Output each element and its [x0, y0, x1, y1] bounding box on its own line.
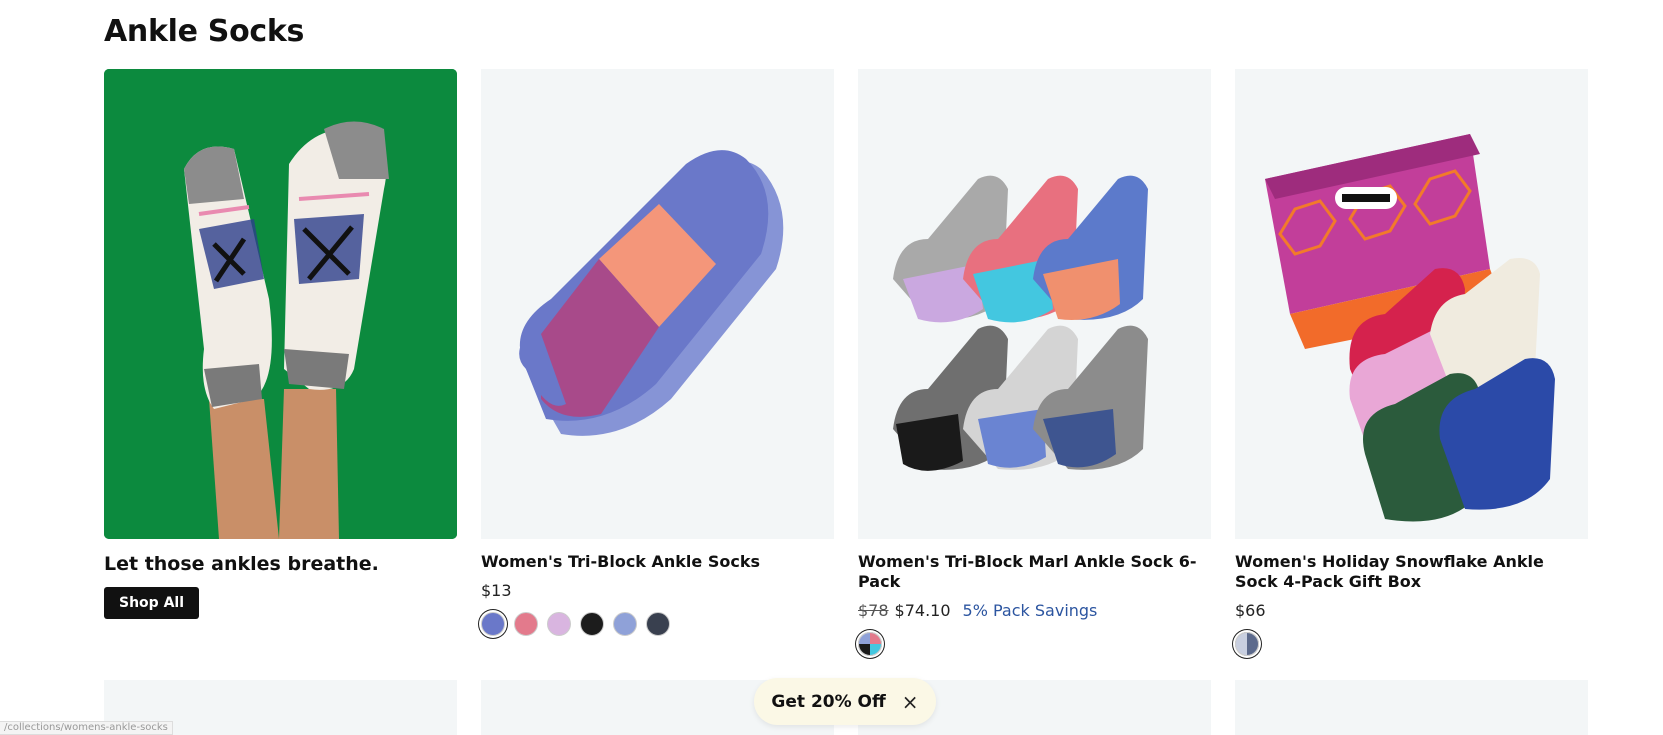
color-swatch[interactable] [481, 612, 505, 636]
product-card[interactable]: Women's Tri-Block Ankle Socks $13 [481, 69, 834, 636]
color-swatch[interactable] [580, 612, 604, 636]
color-swatches [481, 612, 834, 636]
offer-label[interactable]: Get 20% Off [771, 692, 885, 712]
original-price: $78 [858, 601, 889, 620]
color-swatch[interactable] [613, 612, 637, 636]
product-photo [893, 175, 1148, 471]
promo-card[interactable]: Let those ankles breathe. Shop All [104, 69, 457, 619]
product-price-row: $13 [481, 581, 834, 600]
product-image[interactable] [481, 69, 834, 539]
status-bar-url: /collections/womens-ankle-socks [0, 721, 173, 735]
discount-offer-pill[interactable]: Get 20% Off × [754, 678, 936, 725]
product-name[interactable]: Women's Tri-Block Marl Ankle Sock 6-Pack [858, 552, 1211, 592]
color-swatch[interactable] [1235, 632, 1259, 656]
product-card[interactable]: Women's Tri-Block Marl Ankle Sock 6-Pack… [858, 69, 1211, 656]
promo-image[interactable] [104, 69, 457, 539]
pack-savings: 5% Pack Savings [962, 601, 1098, 620]
product-price-row: $66 [1235, 601, 1588, 620]
color-swatch[interactable] [646, 612, 670, 636]
section-title: Ankle Socks [104, 14, 305, 49]
color-swatch[interactable] [547, 612, 571, 636]
product-photo [519, 150, 784, 436]
product-price: $66 [1235, 601, 1266, 620]
promo-photo [104, 69, 457, 539]
product-photo [1265, 134, 1555, 522]
product-image[interactable] [858, 69, 1211, 539]
product-card[interactable]: Women's Holiday Snowflake Ankle Sock 4-P… [1235, 69, 1588, 656]
product-name[interactable]: Women's Holiday Snowflake Ankle Sock 4-P… [1235, 552, 1588, 592]
product-price: $13 [481, 581, 512, 600]
product-image[interactable] [1235, 69, 1588, 539]
product-collection-page: Ankle Socks Let those ankles breathe. Sh… [0, 0, 1663, 735]
color-swatches [858, 632, 1211, 656]
close-icon[interactable]: × [902, 692, 919, 712]
color-swatch[interactable] [514, 612, 538, 636]
product-price-row: $78 $74.10 5% Pack Savings [858, 601, 1211, 620]
promo-tagline: Let those ankles breathe. [104, 553, 379, 575]
product-name[interactable]: Women's Tri-Block Ankle Socks [481, 552, 834, 572]
color-swatch[interactable] [858, 632, 882, 656]
color-swatches [1235, 632, 1588, 656]
product-price: $74.10 [894, 601, 951, 620]
product-card-placeholder[interactable] [1235, 680, 1588, 735]
shop-all-button[interactable]: Shop All [104, 587, 199, 619]
